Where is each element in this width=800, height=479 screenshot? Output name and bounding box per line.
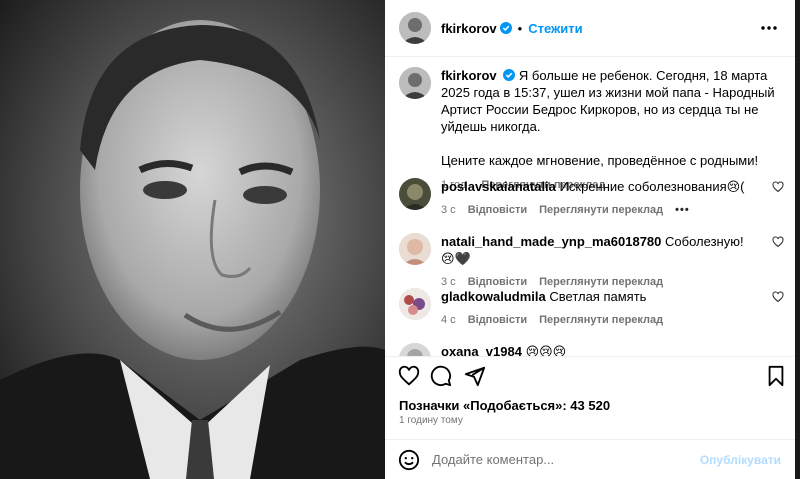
comment-item: natali_hand_made_ynp_ma6018780 Соболезну… xyxy=(399,233,784,288)
reply-link[interactable]: Відповісти xyxy=(468,276,527,288)
caption-author-username[interactable]: fkirkorov xyxy=(441,68,497,83)
commenter-avatar[interactable] xyxy=(399,178,431,210)
commenter-username[interactable]: natali_hand_made_ynp_ma6018780 xyxy=(441,234,661,249)
comment-input[interactable] xyxy=(432,452,702,467)
see-translation-link[interactable]: Переглянути переклад xyxy=(539,276,663,288)
comment-like-heart-icon[interactable] xyxy=(772,291,784,303)
comment-time: 3 с xyxy=(441,204,456,216)
verified-badge-icon xyxy=(499,22,512,34)
post-header: fkirkorov • Стежити xyxy=(385,0,795,57)
comment-text-block: poslavskaianatalia Искренние соболезнова… xyxy=(441,178,784,195)
post-details-panel: fkirkorov • Стежити fkirkorov Я больше н… xyxy=(385,0,795,479)
reply-link[interactable]: Відповісти xyxy=(468,204,527,216)
caption-text-block: fkirkorov Я больше не ребенок. Сегодня, … xyxy=(441,67,784,169)
see-translation-link[interactable]: Переглянути переклад xyxy=(539,314,663,326)
bookmark-icon[interactable] xyxy=(765,365,787,387)
commenter-username[interactable]: gladkowaludmila xyxy=(441,289,546,304)
comment-time: 4 с xyxy=(441,314,456,326)
post-caption: fkirkorov Я больше не ребенок. Сегодня, … xyxy=(399,67,784,191)
add-comment-bar: Опублікувати xyxy=(385,439,795,479)
post-timestamp: 1 годину тому xyxy=(399,415,463,426)
follow-button[interactable]: Стежити xyxy=(528,21,582,36)
author-avatar[interactable] xyxy=(399,12,431,44)
post-photo[interactable] xyxy=(0,0,385,479)
comment-text-block: natali_hand_made_ynp_ma6018780 Соболезну… xyxy=(441,233,784,267)
comment-item: gladkowaludmila Светлая память 4 с Відпо… xyxy=(399,288,784,326)
comment-text: Светлая память xyxy=(549,289,647,304)
comment-text-block: gladkowaludmila Светлая память xyxy=(441,288,784,305)
see-translation-link[interactable]: Переглянути переклад xyxy=(539,204,663,216)
window-edge xyxy=(795,0,800,479)
comment-like-heart-icon[interactable] xyxy=(772,236,784,248)
comment-item: poslavskaianatalia Искренние соболезнова… xyxy=(399,178,784,216)
separator-dot: • xyxy=(517,20,523,36)
likes-count[interactable]: Позначки «Подобається»: 43 520 xyxy=(399,398,610,413)
comment-like-heart-icon[interactable] xyxy=(772,181,784,193)
send-icon[interactable] xyxy=(464,365,486,387)
comment-item-partial: oxana_v1984 😢😢😢 xyxy=(399,343,784,356)
comment-time: 3 с xyxy=(441,276,456,288)
commenter-avatar[interactable] xyxy=(399,233,431,265)
post-modal: fkirkorov • Стежити fkirkorov Я больше н… xyxy=(0,0,800,479)
comment-text: Искренние соболезнования😢( xyxy=(559,179,745,194)
reply-link[interactable]: Відповісти xyxy=(468,314,527,326)
caption-author-avatar[interactable] xyxy=(399,67,431,99)
comment-icon[interactable] xyxy=(430,365,452,387)
comment-meta: 3 с Відповісти Переглянути переклад ••• xyxy=(441,204,784,216)
commenter-username[interactable]: oxana_v1984 xyxy=(441,344,522,356)
emoji-icon[interactable] xyxy=(398,449,420,471)
caption-text-second: Цените каждое мгновение, проведённое с р… xyxy=(441,153,759,168)
more-horizontal-icon[interactable] xyxy=(759,18,779,38)
portrait-image xyxy=(0,0,385,479)
comment-meta: 4 с Відповісти Переглянути переклад xyxy=(441,314,784,326)
comment-text-block: oxana_v1984 😢😢😢 xyxy=(441,343,784,356)
commenter-username[interactable]: poslavskaianatalia xyxy=(441,179,556,194)
heart-icon[interactable] xyxy=(398,365,420,387)
verified-badge-icon xyxy=(503,69,516,81)
comment-options-button[interactable]: ••• xyxy=(675,204,690,216)
commenter-avatar[interactable] xyxy=(399,288,431,320)
commenter-avatar[interactable] xyxy=(399,343,431,356)
post-comment-button[interactable]: Опублікувати xyxy=(700,453,781,467)
comments-list[interactable]: fkirkorov Я больше не ребенок. Сегодня, … xyxy=(385,57,795,356)
comment-meta: 3 с Відповісти Переглянути переклад xyxy=(441,276,784,288)
author-username[interactable]: fkirkorov xyxy=(441,21,497,36)
comment-text: 😢😢😢 xyxy=(525,344,567,356)
